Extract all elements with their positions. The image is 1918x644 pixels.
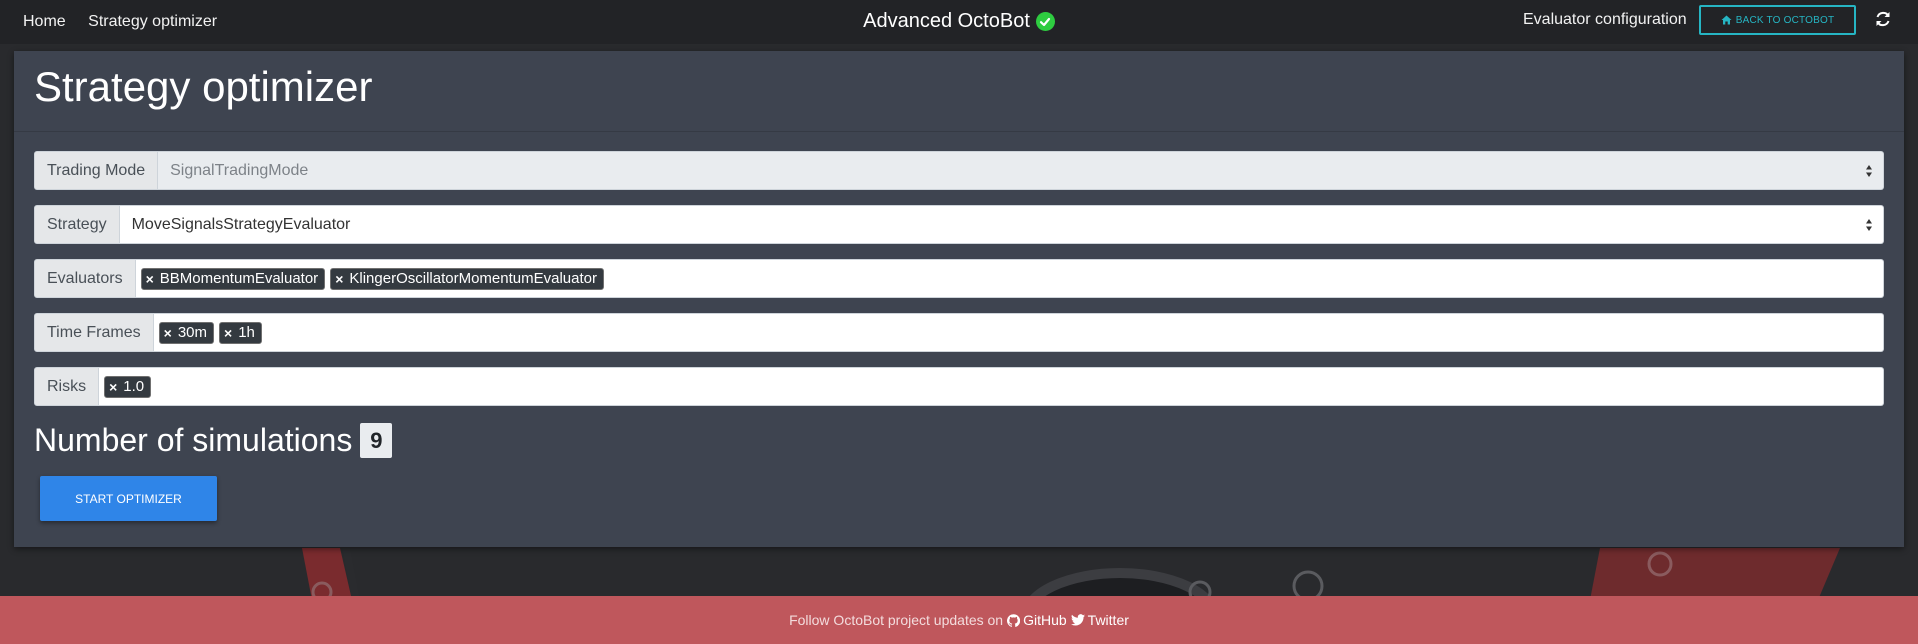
tag-remove-icon[interactable]: × [146, 271, 154, 287]
twitter-link[interactable]: Twitter [1070, 612, 1129, 628]
time-frames-row: Time Frames × 30m × 1h [34, 313, 1884, 352]
time-frame-tag-label: 30m [177, 324, 208, 341]
evaluator-tag-label: KlingerOscillatorMomentumEvaluator [349, 270, 597, 287]
risks-multiselect[interactable]: × 1.0 [99, 367, 1884, 406]
risk-tag: × 1.0 [104, 375, 152, 398]
card-header: Strategy optimizer [14, 51, 1904, 132]
time-frame-tag-label: 1h [238, 324, 255, 341]
check-circle-icon [1035, 12, 1055, 31]
strategy-label: Strategy [34, 205, 120, 244]
evaluator-tag-label: BBMomentumEvaluator [159, 270, 319, 287]
github-link[interactable]: GitHub [1007, 612, 1067, 628]
risks-label: Risks [34, 367, 100, 406]
tag-remove-icon[interactable]: × [224, 325, 232, 341]
brand-title[interactable]: Advanced OctoBot [863, 10, 1030, 33]
footer-text: Follow OctoBot project updates on [789, 612, 1004, 628]
simulations-count-badge: 9 [360, 423, 393, 458]
trading-mode-row: Trading Mode SignalTradingMode [34, 151, 1884, 190]
evaluators-row: Evaluators × BBMomentumEvaluator × Klinger… [34, 259, 1884, 298]
evaluators-label: Evaluators [34, 259, 136, 298]
refresh-icon[interactable] [1874, 10, 1892, 28]
time-frames-label: Time Frames [34, 313, 154, 352]
trading-mode-select: SignalTradingMode [158, 151, 1884, 190]
strategy-row: Strategy MoveSignalsStrategyEvaluator [34, 205, 1884, 244]
time-frames-multiselect[interactable]: × 30m × 1h [153, 313, 1884, 352]
background-illustration [302, 548, 1840, 600]
simulations-label: Number of simulations [34, 422, 353, 458]
risk-tag-label: 1.0 [123, 378, 145, 395]
top-navbar: Home Strategy optimizer Advanced OctoBot… [0, 0, 1918, 44]
trading-mode-value: SignalTradingMode [170, 161, 309, 179]
start-optimizer-button[interactable]: START OPTIMIZER [40, 476, 217, 521]
back-to-octobot-label: BACK TO OCTOBOT [1735, 14, 1835, 26]
twitter-label: Twitter [1087, 612, 1129, 628]
tag-remove-icon[interactable]: × [335, 271, 343, 287]
time-frame-tag: × 1h [219, 321, 262, 344]
tag-remove-icon[interactable]: × [109, 379, 117, 395]
tag-remove-icon[interactable]: × [164, 325, 172, 341]
evaluator-tag: × KlingerOscillatorMomentumEvaluator [330, 267, 604, 290]
github-label: GitHub [1023, 612, 1067, 628]
trading-mode-label: Trading Mode [34, 151, 159, 190]
twitter-icon [1070, 614, 1085, 626]
number-of-simulations: Number of simulations 9 [34, 422, 393, 459]
github-icon [1007, 613, 1021, 627]
evaluator-configuration-link[interactable]: Evaluator configuration [1523, 11, 1687, 29]
select-arrows-icon [1866, 219, 1872, 231]
time-frame-tag: × 30m [158, 321, 215, 344]
back-to-octobot-button[interactable]: BACK TO OCTOBOT [1699, 5, 1856, 35]
strategy-select[interactable]: MoveSignalsStrategyEvaluator [119, 205, 1884, 244]
home-icon [1721, 15, 1732, 25]
footer: Follow OctoBot project updates on GitHub… [0, 596, 1918, 644]
evaluator-tag: × BBMomentumEvaluator [140, 267, 326, 290]
select-arrows-icon [1866, 165, 1872, 177]
page-title: Strategy optimizer [34, 63, 373, 110]
optimizer-card: Strategy optimizer Trading Mode SignalTr… [14, 51, 1904, 547]
strategy-value: MoveSignalsStrategyEvaluator [131, 215, 351, 233]
risks-row: Risks × 1.0 [34, 367, 1884, 406]
evaluators-multiselect[interactable]: × BBMomentumEvaluator × KlingerOscillatorM… [135, 259, 1884, 298]
